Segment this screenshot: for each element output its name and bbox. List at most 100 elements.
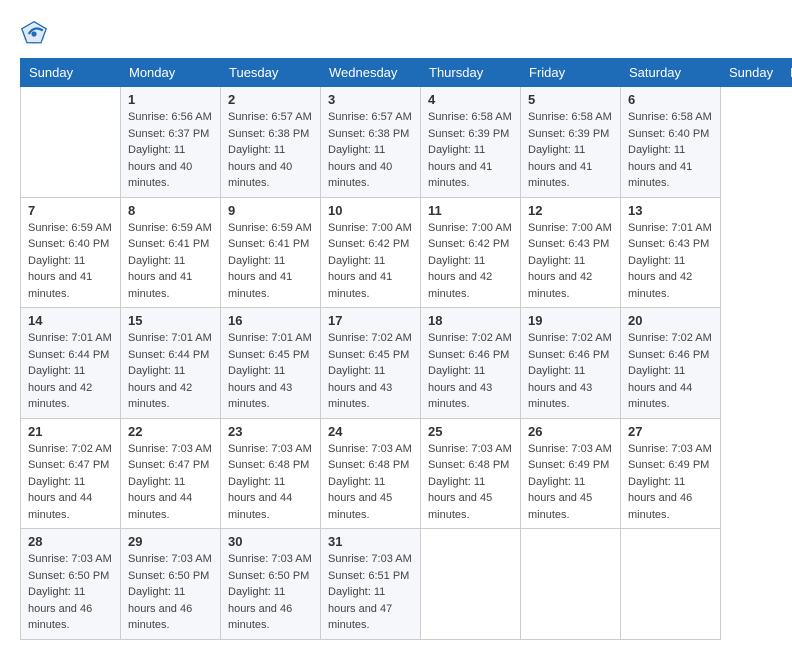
- day-detail: Sunrise: 7:03 AMSunset: 6:48 PMDaylight:…: [228, 441, 313, 524]
- day-number: 13: [628, 203, 713, 218]
- calendar-cell: 19 Sunrise: 7:02 AMSunset: 6:46 PMDayligh…: [521, 308, 621, 419]
- day-detail: Sunrise: 6:58 AMSunset: 6:39 PMDaylight:…: [428, 109, 513, 192]
- calendar-table: SundayMondayTuesdayWednesdayThursdayFrid…: [20, 58, 792, 640]
- day-number: 14: [28, 313, 113, 328]
- day-number: 2: [228, 92, 313, 107]
- calendar-cell: 14 Sunrise: 7:01 AMSunset: 6:44 PMDayligh…: [21, 308, 121, 419]
- day-detail: Sunrise: 6:56 AMSunset: 6:37 PMDaylight:…: [128, 109, 213, 192]
- calendar-cell: [521, 529, 621, 640]
- day-number: 7: [28, 203, 113, 218]
- day-of-week-header: Wednesday: [321, 59, 421, 87]
- calendar-cell: [421, 529, 521, 640]
- day-of-week-header: Sunday: [21, 59, 121, 87]
- day-detail: Sunrise: 6:57 AMSunset: 6:38 PMDaylight:…: [228, 109, 313, 192]
- calendar-cell: 28 Sunrise: 7:03 AMSunset: 6:50 PMDayligh…: [21, 529, 121, 640]
- day-of-week-header: Thursday: [421, 59, 521, 87]
- calendar-cell: 5Sunrise: 6:58 AMSunset: 6:39 PMDaylight…: [521, 87, 621, 198]
- calendar-cell: 1 Sunrise: 6:56 AMSunset: 6:37 PMDaylight…: [121, 87, 221, 198]
- calendar-cell: 4 Sunrise: 6:58 AMSunset: 6:39 PMDaylight…: [421, 87, 521, 198]
- day-detail: Sunrise: 7:03 AMSunset: 6:48 PMDaylight:…: [328, 441, 413, 524]
- day-number: 22: [128, 424, 213, 439]
- day-detail: Sunrise: 7:02 AMSunset: 6:46 PMDaylight:…: [628, 330, 713, 413]
- day-number: 12: [528, 203, 613, 218]
- day-detail: Sunrise: 7:03 AMSunset: 6:49 PMDaylight:…: [628, 441, 713, 524]
- day-number: 28: [28, 534, 113, 549]
- day-number: 25: [428, 424, 513, 439]
- day-detail: Sunrise: 7:03 AMSunset: 6:47 PMDaylight:…: [128, 441, 213, 524]
- day-detail: Sunrise: 7:03 AMSunset: 6:48 PMDaylight:…: [428, 441, 513, 524]
- calendar-cell: 13 Sunrise: 7:01 AMSunset: 6:43 PMDayligh…: [621, 197, 721, 308]
- calendar-cell: 3 Sunrise: 6:57 AMSunset: 6:38 PMDaylight…: [321, 87, 421, 198]
- day-detail: Sunrise: 7:03 AMSunset: 6:50 PMDaylight:…: [28, 551, 113, 634]
- day-number: 29: [128, 534, 213, 549]
- calendar-header-row: SundayMondayTuesdayWednesdayThursdayFrid…: [21, 59, 792, 87]
- day-number: 21: [28, 424, 113, 439]
- calendar-week-row: 14 Sunrise: 7:01 AMSunset: 6:44 PMDayligh…: [21, 308, 792, 419]
- calendar-cell: 15Sunrise: 7:01 AMSunset: 6:44 PMDayligh…: [121, 308, 221, 419]
- day-number: 19: [528, 313, 613, 328]
- day-detail: Sunrise: 6:57 AMSunset: 6:38 PMDaylight:…: [328, 109, 413, 192]
- day-number: 6: [628, 92, 713, 107]
- day-number: 16: [228, 313, 313, 328]
- day-detail: Sunrise: 7:02 AMSunset: 6:46 PMDaylight:…: [528, 330, 613, 413]
- calendar-cell: 16 Sunrise: 7:01 AMSunset: 6:45 PMDayligh…: [221, 308, 321, 419]
- calendar-cell: 17 Sunrise: 7:02 AMSunset: 6:45 PMDayligh…: [321, 308, 421, 419]
- calendar-cell: 25 Sunrise: 7:03 AMSunset: 6:48 PMDayligh…: [421, 418, 521, 529]
- day-detail: Sunrise: 7:02 AMSunset: 6:45 PMDaylight:…: [328, 330, 413, 413]
- calendar-cell: 11 Sunrise: 7:00 AMSunset: 6:42 PMDayligh…: [421, 197, 521, 308]
- day-number: 9: [228, 203, 313, 218]
- day-of-week-header: Tuesday: [221, 59, 321, 87]
- calendar-cell: 7 Sunrise: 6:59 AMSunset: 6:40 PMDaylight…: [21, 197, 121, 308]
- logo-icon: [20, 20, 48, 48]
- calendar-cell: 21 Sunrise: 7:02 AMSunset: 6:47 PMDayligh…: [21, 418, 121, 529]
- day-of-week-header: Sunday: [721, 59, 782, 87]
- day-detail: Sunrise: 6:58 AMSunset: 6:40 PMDaylight:…: [628, 109, 713, 192]
- calendar-week-row: 1 Sunrise: 6:56 AMSunset: 6:37 PMDaylight…: [21, 87, 792, 198]
- day-number: 4: [428, 92, 513, 107]
- calendar-cell: 23Sunrise: 7:03 AMSunset: 6:48 PMDayligh…: [221, 418, 321, 529]
- day-detail: Sunrise: 7:00 AMSunset: 6:42 PMDaylight:…: [428, 220, 513, 303]
- day-number: 26: [528, 424, 613, 439]
- day-number: 27: [628, 424, 713, 439]
- day-detail: Sunrise: 7:03 AMSunset: 6:51 PMDaylight:…: [328, 551, 413, 634]
- day-number: 5: [528, 92, 613, 107]
- calendar-cell: 29Sunrise: 7:03 AMSunset: 6:50 PMDayligh…: [121, 529, 221, 640]
- calendar-cell: 10Sunrise: 7:00 AMSunset: 6:42 PMDayligh…: [321, 197, 421, 308]
- day-detail: Sunrise: 7:02 AMSunset: 6:46 PMDaylight:…: [428, 330, 513, 413]
- day-detail: Sunrise: 7:01 AMSunset: 6:43 PMDaylight:…: [628, 220, 713, 303]
- calendar-cell: 20 Sunrise: 7:02 AMSunset: 6:46 PMDayligh…: [621, 308, 721, 419]
- day-number: 15: [128, 313, 213, 328]
- day-of-week-header: Monday: [782, 59, 792, 87]
- day-detail: Sunrise: 7:02 AMSunset: 6:47 PMDaylight:…: [28, 441, 113, 524]
- day-number: 1: [128, 92, 213, 107]
- day-number: 24: [328, 424, 413, 439]
- day-detail: Sunrise: 7:03 AMSunset: 6:49 PMDaylight:…: [528, 441, 613, 524]
- day-detail: Sunrise: 7:00 AMSunset: 6:43 PMDaylight:…: [528, 220, 613, 303]
- day-number: 17: [328, 313, 413, 328]
- calendar-cell: 18 Sunrise: 7:02 AMSunset: 6:46 PMDayligh…: [421, 308, 521, 419]
- calendar-week-row: 21 Sunrise: 7:02 AMSunset: 6:47 PMDayligh…: [21, 418, 792, 529]
- day-of-week-header: Saturday: [621, 59, 721, 87]
- day-detail: Sunrise: 6:59 AMSunset: 6:40 PMDaylight:…: [28, 220, 113, 303]
- calendar-week-row: 28 Sunrise: 7:03 AMSunset: 6:50 PMDayligh…: [21, 529, 792, 640]
- calendar-cell: 22 Sunrise: 7:03 AMSunset: 6:47 PMDayligh…: [121, 418, 221, 529]
- day-number: 18: [428, 313, 513, 328]
- day-number: 30: [228, 534, 313, 549]
- logo: [20, 20, 52, 48]
- calendar-cell: 6 Sunrise: 6:58 AMSunset: 6:40 PMDaylight…: [621, 87, 721, 198]
- day-detail: Sunrise: 6:59 AMSunset: 6:41 PMDaylight:…: [228, 220, 313, 303]
- calendar-cell: 2 Sunrise: 6:57 AMSunset: 6:38 PMDaylight…: [221, 87, 321, 198]
- calendar-cell: [21, 87, 121, 198]
- day-detail: Sunrise: 7:01 AMSunset: 6:44 PMDaylight:…: [28, 330, 113, 413]
- calendar-cell: 31Sunrise: 7:03 AMSunset: 6:51 PMDayligh…: [321, 529, 421, 640]
- day-of-week-header: Friday: [521, 59, 621, 87]
- day-detail: Sunrise: 7:01 AMSunset: 6:45 PMDaylight:…: [228, 330, 313, 413]
- day-number: 20: [628, 313, 713, 328]
- calendar-week-row: 7 Sunrise: 6:59 AMSunset: 6:40 PMDaylight…: [21, 197, 792, 308]
- calendar-cell: 26 Sunrise: 7:03 AMSunset: 6:49 PMDayligh…: [521, 418, 621, 529]
- day-number: 11: [428, 203, 513, 218]
- day-detail: Sunrise: 7:03 AMSunset: 6:50 PMDaylight:…: [228, 551, 313, 634]
- page-header: [20, 20, 772, 48]
- day-number: 3: [328, 92, 413, 107]
- day-number: 8: [128, 203, 213, 218]
